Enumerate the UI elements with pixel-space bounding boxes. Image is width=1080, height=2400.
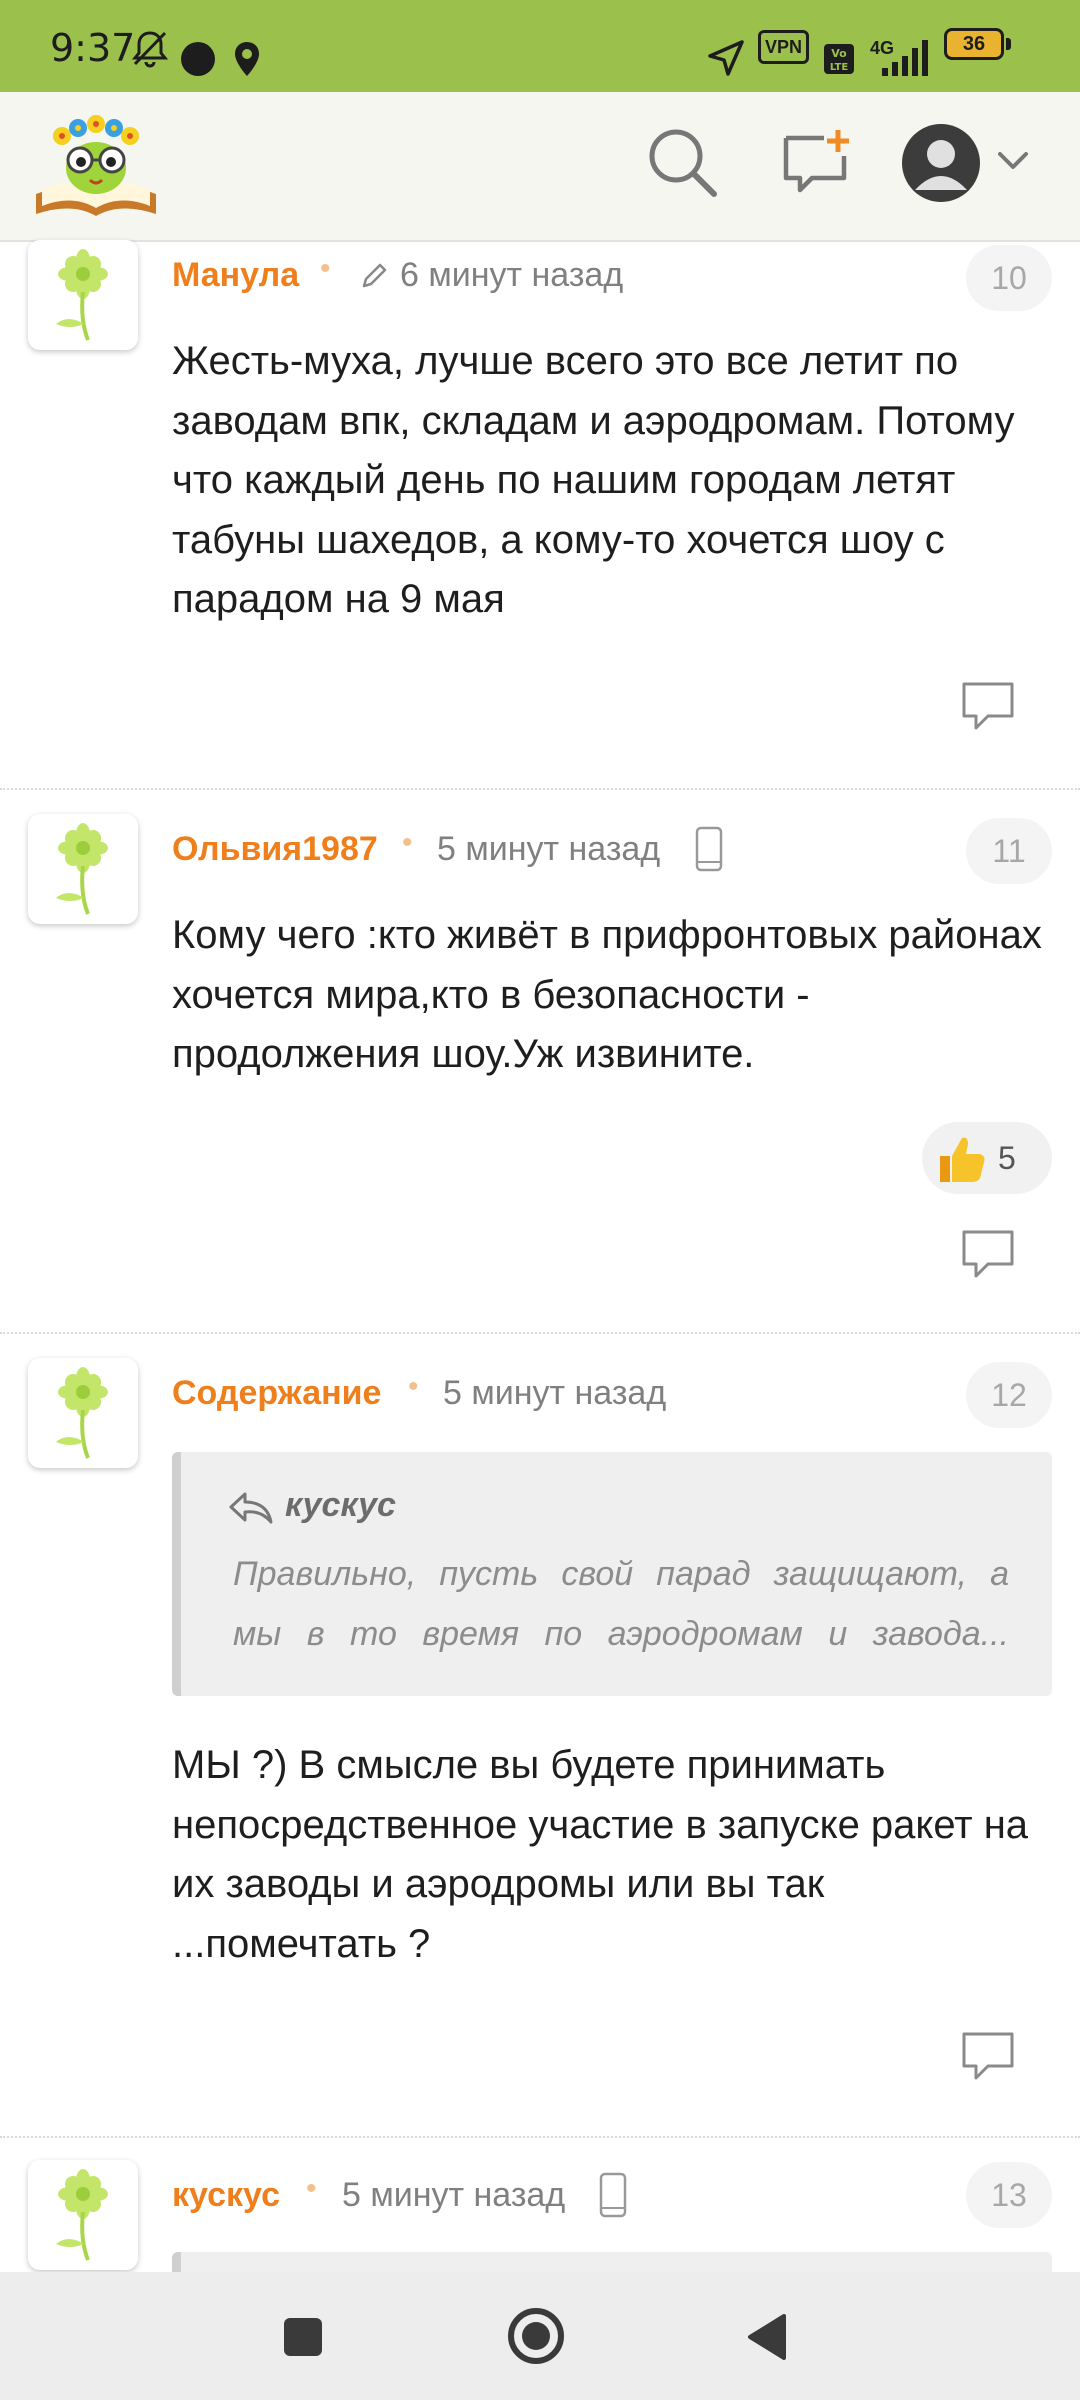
location-pin-icon — [232, 40, 262, 83]
avatar[interactable] — [28, 2160, 138, 2270]
comment-time: 6 минут назад — [400, 256, 624, 294]
comment-number-badge[interactable]: 10 — [966, 245, 1052, 311]
comment-13: кускус • 5 минут назад 13 — [0, 2138, 1080, 2272]
comment-author[interactable]: Манула — [172, 256, 299, 295]
quote-text: Правильно, пусть свой парад защищают, а … — [233, 1544, 1009, 1664]
quoted-comment[interactable] — [172, 2252, 1052, 2272]
status-time: 9:37 — [50, 26, 136, 70]
comment-time: 5 минут назад — [443, 1374, 667, 1412]
comment-text: Жесть-муха, лучше всего это все летит по… — [172, 339, 1015, 621]
recents-square-icon[interactable] — [282, 2316, 324, 2363]
dot-icon — [180, 41, 216, 82]
comment-author[interactable]: кускус — [172, 2176, 280, 2215]
comment-time: 5 минут назад — [437, 830, 661, 868]
new-message-icon[interactable] — [780, 128, 852, 199]
svg-text:Vo: Vo — [831, 47, 847, 60]
comment-11: Ольвия1987 • 5 минут назад 11 Кому чего … — [0, 790, 1080, 1334]
app-header — [0, 92, 1080, 242]
separator-dot: • — [408, 1370, 419, 1403]
pencil-icon — [358, 260, 390, 297]
chevron-down-icon[interactable] — [996, 148, 1030, 179]
comment-number-badge[interactable]: 12 — [966, 1362, 1052, 1428]
search-icon[interactable] — [646, 126, 718, 203]
owl-book-logo[interactable] — [32, 106, 160, 220]
like-count: 5 — [998, 1140, 1016, 1176]
reply-comment-icon[interactable] — [958, 1226, 1018, 1287]
comment-12: Содержание • 5 минут назад 12 кускус Пра… — [0, 1334, 1080, 2138]
comment-number-badge[interactable]: 13 — [966, 2162, 1052, 2228]
account-avatar-icon[interactable] — [900, 122, 982, 209]
like-badge[interactable]: 5 — [922, 1122, 1052, 1194]
comment-author[interactable]: Ольвия1987 — [172, 830, 378, 869]
status-bar: 9:37 VPN Vo LTE 4G 36 — [0, 0, 1080, 92]
avatar[interactable] — [28, 814, 138, 924]
battery-indicator: 36 — [944, 28, 1004, 60]
avatar[interactable] — [28, 240, 138, 350]
separator-dot: • — [402, 826, 413, 859]
comment-text: Кому чего :кто живёт в прифронтовых райо… — [172, 913, 1042, 1076]
comment-10: Манула • 6 минут назад 10 Жесть-муха, лу… — [0, 240, 1080, 790]
comment-time: 5 минут назад — [342, 2176, 566, 2214]
reply-comment-icon[interactable] — [958, 678, 1018, 739]
comment-text: МЫ ?) В смысле вы будете принимать непос… — [172, 1743, 1029, 1966]
mobile-phone-icon — [598, 2172, 628, 2223]
separator-dot: • — [306, 2172, 317, 2205]
vpn-badge: VPN — [758, 30, 810, 64]
quote-text-line: Правильно, пусть свой парад защищают, а — [233, 1555, 1009, 1593]
quote-author[interactable]: кускус — [285, 1486, 396, 1525]
quoted-comment[interactable]: кускус Правильно, пусть свой парад защищ… — [172, 1452, 1052, 1696]
bell-off-icon — [130, 28, 170, 73]
avatar[interactable] — [28, 1358, 138, 1468]
svg-text:LTE: LTE — [830, 62, 849, 73]
quote-text-line: мы в то время по аэродромам и завода... — [233, 1615, 1009, 1653]
system-nav-bar — [0, 2272, 1080, 2400]
comment-number-badge[interactable]: 11 — [966, 818, 1052, 884]
mobile-phone-icon — [694, 826, 724, 877]
comment-author[interactable]: Содержание — [172, 1374, 381, 1413]
battery-tip — [1006, 38, 1011, 50]
volte-icon: Vo LTE — [822, 42, 856, 81]
home-circle-icon[interactable] — [506, 2306, 566, 2371]
thumbs-up-icon — [934, 1132, 988, 1191]
separator-dot: • — [320, 252, 331, 285]
back-triangle-icon[interactable] — [744, 2312, 790, 2367]
reply-comment-icon[interactable] — [958, 2028, 1018, 2089]
reply-arrow-icon — [227, 1490, 275, 1531]
signal-icon — [868, 40, 932, 81]
navigation-arrow-icon — [706, 38, 746, 83]
